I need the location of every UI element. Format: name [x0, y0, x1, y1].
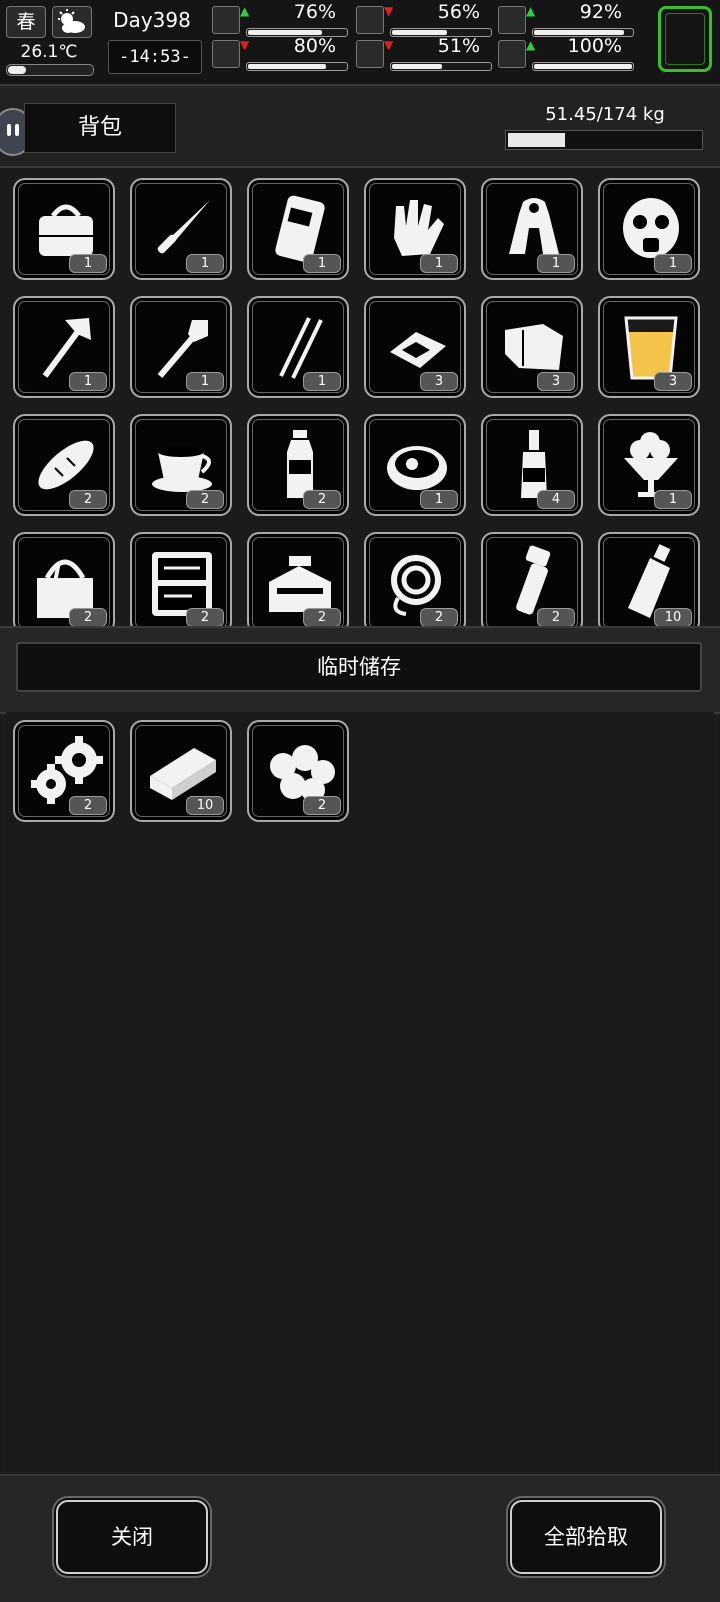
stat-bar — [532, 62, 634, 71]
item-count-badge: 10 — [186, 796, 224, 815]
water-drop-icon — [356, 40, 384, 68]
item-slot[interactable]: 3 — [598, 296, 700, 398]
item-slot[interactable]: 1 — [598, 414, 700, 516]
item-slot[interactable]: 1 — [13, 296, 115, 398]
trend-up-icon: ▲ — [526, 4, 536, 18]
item-slot[interactable]: 10 — [130, 720, 232, 822]
backpack-weight: 51.45/174 kg — [545, 104, 665, 125]
item-slot[interactable]: 2 — [130, 414, 232, 516]
item-slot[interactable]: 1 — [247, 296, 349, 398]
stat-water-drop: ▼ 51% — [356, 35, 492, 72]
medkit-icon — [212, 6, 240, 34]
equipped-slot[interactable] — [658, 6, 712, 72]
item-count-badge: 2 — [186, 608, 224, 626]
season-badge: 春 — [6, 6, 46, 38]
close-button[interactable]: 关闭 — [56, 1500, 208, 1574]
trend-down-icon: ▼ — [384, 38, 394, 52]
trend-up-icon: ▲ — [526, 38, 536, 52]
item-slot[interactable]: 2 — [247, 532, 349, 626]
item-count-badge: 3 — [654, 372, 692, 391]
item-slot[interactable]: 1 — [130, 296, 232, 398]
item-count-badge: 3 — [420, 372, 458, 391]
weight-progress-bar — [505, 130, 703, 150]
item-slot[interactable]: 4 — [481, 414, 583, 516]
stat-value: 51% — [437, 35, 480, 57]
stat-bar — [246, 62, 348, 71]
item-slot[interactable]: 2 — [130, 532, 232, 626]
item-count-badge: 2 — [186, 490, 224, 509]
stat-heart: ▲ 100% — [498, 35, 634, 72]
pick-all-button[interactable]: 全部拾取 — [510, 1500, 662, 1574]
trend-down-icon: ▼ — [240, 38, 250, 52]
item-slot[interactable]: 2 — [247, 720, 349, 822]
item-slot[interactable]: 1 — [247, 178, 349, 280]
item-slot[interactable]: 3 — [481, 296, 583, 398]
item-count-badge: 1 — [303, 254, 341, 273]
item-count-badge: 4 — [537, 490, 575, 509]
stat-value: 76% — [293, 1, 336, 23]
stat-value: 92% — [579, 1, 622, 23]
stomach-icon — [356, 6, 384, 34]
thermometer-icon — [6, 64, 94, 76]
temp-storage-title: 临时储存 — [16, 642, 702, 692]
item-count-badge: 1 — [69, 254, 107, 273]
item-count-badge: 2 — [537, 608, 575, 626]
item-slot[interactable]: 1 — [364, 414, 466, 516]
item-slot[interactable]: 2 — [481, 532, 583, 626]
stat-value: 80% — [293, 35, 336, 57]
item-slot[interactable]: 1 — [130, 178, 232, 280]
temperature-readout: 26.1℃ — [20, 42, 78, 62]
stat-value: 56% — [437, 1, 480, 23]
partly-cloudy-icon — [52, 6, 92, 38]
item-slot[interactable]: 3 — [364, 296, 466, 398]
stat-bar — [390, 62, 492, 71]
temp-storage-grid[interactable]: 2 10 2 — [6, 712, 714, 1472]
stat-leg: ▼ 80% — [212, 35, 348, 72]
stat-value: 100% — [567, 35, 622, 57]
item-slot[interactable]: 1 — [13, 178, 115, 280]
stat-stomach: ▼ 56% — [356, 1, 492, 38]
item-slot[interactable]: 10 — [598, 532, 700, 626]
backpack-tab[interactable]: 背包 — [24, 103, 176, 153]
item-count-badge: 3 — [537, 372, 575, 391]
item-count-badge: 1 — [420, 490, 458, 509]
item-slot[interactable]: 2 — [13, 414, 115, 516]
item-count-badge: 2 — [69, 608, 107, 626]
item-slot[interactable]: 2 — [364, 532, 466, 626]
item-count-badge: 2 — [303, 490, 341, 509]
stat-medkit: ▲ 76% — [212, 1, 348, 38]
item-count-badge: 10 — [654, 608, 692, 626]
item-count-badge: 1 — [186, 372, 224, 391]
leg-icon — [212, 40, 240, 68]
item-slot[interactable]: 1 — [364, 178, 466, 280]
item-count-badge: 1 — [537, 254, 575, 273]
pill-icon — [498, 6, 526, 34]
item-count-badge: 2 — [69, 796, 107, 815]
heart-icon — [498, 40, 526, 68]
item-count-badge: 2 — [303, 796, 341, 815]
item-count-badge: 2 — [420, 608, 458, 626]
item-count-badge: 1 — [420, 254, 458, 273]
day-counter: Day398 — [113, 8, 191, 32]
item-count-badge: 2 — [69, 490, 107, 509]
item-slot[interactable]: 2 — [247, 414, 349, 516]
trend-up-icon: ▲ — [240, 4, 250, 18]
item-count-badge: 1 — [303, 372, 341, 391]
item-slot[interactable]: 2 — [13, 720, 115, 822]
item-count-badge: 1 — [654, 254, 692, 273]
item-slot[interactable]: 1 — [598, 178, 700, 280]
game-clock: -14:53- — [108, 40, 202, 74]
item-count-badge: 1 — [69, 372, 107, 391]
backpack-grid[interactable]: 1 1 1 1 1 1 1 1 1 3 3 3 2 2 2 1 4 1 2 2 2 2 2 10 — [0, 168, 720, 626]
item-slot[interactable]: 2 — [13, 532, 115, 626]
item-count-badge: 2 — [303, 608, 341, 626]
item-count-badge: 1 — [186, 254, 224, 273]
item-slot[interactable]: 1 — [481, 178, 583, 280]
item-count-badge: 1 — [654, 490, 692, 509]
trend-down-icon: ▼ — [384, 4, 394, 18]
stat-pill: ▲ 92% — [498, 1, 634, 38]
